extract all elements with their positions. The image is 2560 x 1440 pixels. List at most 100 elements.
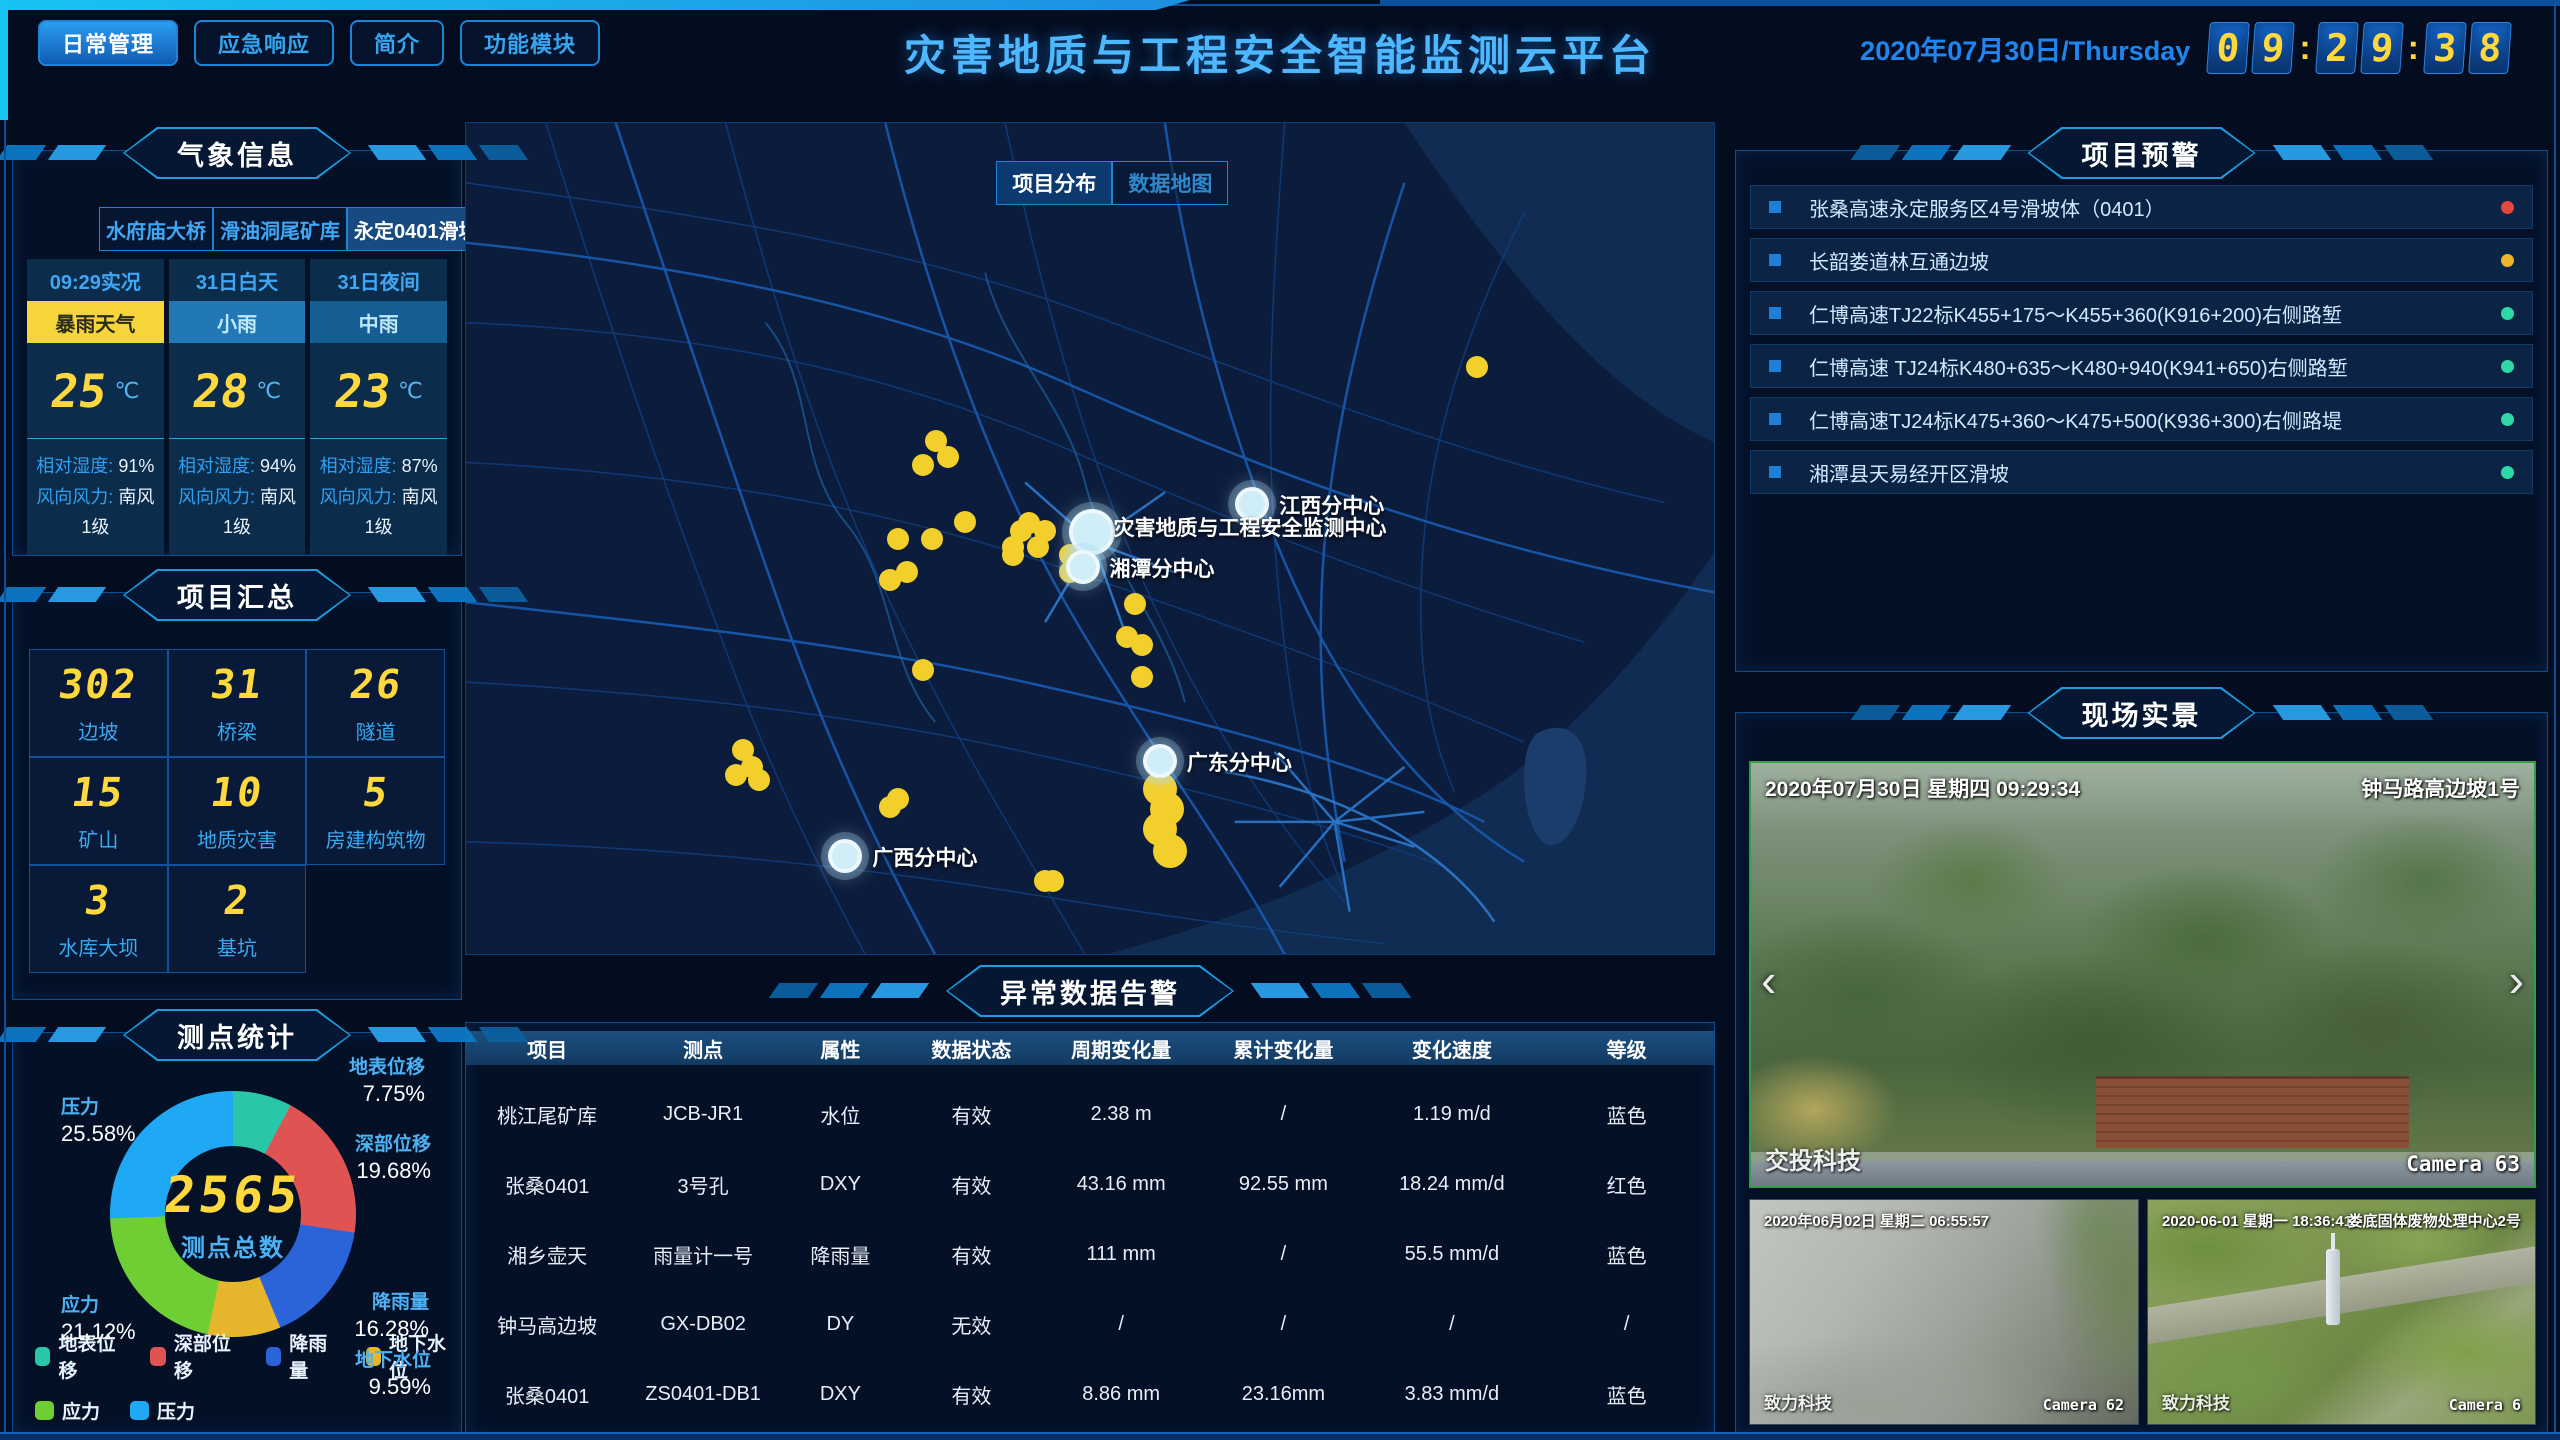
project-dot[interactable]	[1124, 593, 1146, 615]
summary-cell-房建构筑物: 5房建构筑物	[306, 757, 445, 865]
clock-colon: :	[2299, 29, 2310, 68]
callout-value: 25.58%	[61, 1120, 136, 1148]
project-dot[interactable]	[1002, 544, 1024, 566]
camera-timestamp: 2020年06月02日 星期二 06:55:57	[1764, 1210, 1989, 1231]
total-points-label: 测点总数	[181, 1228, 285, 1263]
legend-item-降雨量[interactable]: 降雨量	[266, 1329, 336, 1383]
project-dot[interactable]	[912, 454, 934, 476]
alert-table-body[interactable]: 长韶娄道林5号孔DXY有效10.12 mm15.975.46 mm/d橙色桃江尾…	[466, 1065, 1714, 1433]
alert-cell: 蓝色	[1539, 1380, 1714, 1409]
map-tab-2[interactable]: 数据地图	[1112, 161, 1228, 205]
legend-item-应力[interactable]: 应力	[35, 1397, 100, 1424]
camera-feed-small-1[interactable]: 2020年06月02日 星期二 06:55:57 致力科技 Camera 62	[1749, 1199, 2139, 1425]
warning-item-3[interactable]: 仁博高速TJ22标K455+175～K455+360(K916+200)右侧路堑	[1750, 291, 2533, 335]
project-dot[interactable]	[1131, 666, 1153, 688]
alert-cell: /	[1202, 1243, 1364, 1266]
warning-item-6[interactable]: 湘潭县天易经开区滑坡	[1750, 450, 2533, 494]
camera-feed-main[interactable]: 2020年07月30日 星期四 09:29:34 钟马路高边坡1号 交投科技 C…	[1749, 761, 2536, 1188]
legend-row: 应力 压力	[35, 1397, 451, 1424]
alert-cell: JCB-JR1	[628, 1103, 778, 1126]
camera-feed-small-2[interactable]: 2020-06-01 星期一 18:36:41 娄底固体废物处理中心2号 致力科…	[2147, 1199, 2536, 1425]
weather-condition: 中雨	[310, 301, 447, 343]
alert-cell: /	[1539, 1313, 1714, 1336]
banner-wing-right	[368, 587, 529, 602]
alert-cell: /	[1040, 1313, 1202, 1336]
project-dot[interactable]	[912, 659, 934, 681]
summary-label: 基坑	[217, 932, 257, 961]
marker-circle	[1069, 509, 1115, 555]
warning-status-dot	[2501, 466, 2514, 479]
summary-value: 15	[69, 770, 128, 816]
map-marker-广西分中心[interactable]: 广西分中心	[828, 839, 862, 873]
weather-condition: 暴雨天气	[27, 301, 164, 343]
project-dot[interactable]	[748, 769, 770, 791]
marker-label: 灾害地质与工程安全监测中心	[1113, 512, 1386, 542]
warning-bullet-icon	[1769, 201, 1781, 213]
weather-column-2: 31日白天小雨28℃相对湿度: 94%风向风力: 南风1级	[169, 259, 306, 555]
project-dot[interactable]	[887, 528, 909, 550]
project-dot[interactable]	[1027, 536, 1049, 558]
alert-cell: /	[1365, 1313, 1540, 1336]
weather-panel-title: 气象信息	[123, 127, 351, 179]
temperature-unit: ℃	[398, 378, 423, 404]
map-marker-湘潭分中心[interactable]: 湘潭分中心	[1066, 550, 1100, 584]
nav-button-1[interactable]: 日常管理	[38, 20, 178, 66]
map-marker-广东分中心[interactable]: 广东分中心	[1143, 744, 1177, 778]
nav-button-2[interactable]: 应急响应	[194, 20, 334, 66]
project-dot[interactable]	[725, 764, 747, 786]
warning-item-4[interactable]: 仁博高速 TJ24标K480+635～K480+940(K941+650)右侧路…	[1750, 344, 2533, 388]
alert-cell: 92.55 mm	[1202, 1173, 1364, 1196]
camera-brand-watermark: 致力科技	[2162, 1389, 2230, 1414]
legend-item-压力[interactable]: 压力	[130, 1397, 195, 1424]
legend-swatch	[35, 1401, 54, 1420]
alert-table-row: 桃江尾矿库JCB-JR1水位有效2.38 m/1.19 m/d蓝色	[466, 1079, 1714, 1149]
temperature-value: 23	[331, 364, 394, 418]
callout-name: 应力	[61, 1294, 136, 1318]
project-dot[interactable]	[896, 561, 918, 583]
project-warning-panel: 项目预警 张桑高速永定服务区4号滑坡体（0401）长韶娄道林互通边坡仁博高速TJ…	[1735, 150, 2548, 672]
alert-column-累计变化量: 累计变化量	[1202, 1034, 1364, 1063]
project-dot[interactable]	[921, 528, 943, 550]
weather-tab-2[interactable]: 滑油洞尾矿库	[213, 207, 347, 251]
callout-value: 9.59%	[355, 1373, 431, 1401]
camera-next-arrow[interactable]: ›	[2509, 953, 2524, 1007]
left-accent-notch	[0, 0, 8, 120]
alert-cell: 23.16mm	[1202, 1383, 1364, 1406]
project-dot[interactable]	[1466, 356, 1488, 378]
alert-table-row: 张桑0401ZS0401-DB1DXY有效8.86 mm23.16mm3.83 …	[466, 1359, 1714, 1429]
project-map[interactable]: 项目分布数据地图 江西分中心灾害地质与工程安全监测中心湘潭分中心广东分中心广西分…	[465, 122, 1715, 955]
map-tab-1[interactable]: 项目分布	[996, 161, 1112, 205]
map-marker-灾害地质与工程安全监测中心[interactable]: 灾害地质与工程安全监测中心	[1069, 509, 1115, 555]
point-stats-donut-chart[interactable]: 2565 测点总数	[110, 1091, 356, 1337]
alert-cell: 18.24 mm/d	[1365, 1173, 1540, 1196]
project-dot[interactable]	[887, 788, 909, 810]
project-dot[interactable]	[937, 446, 959, 468]
alert-cell: DXY	[778, 1173, 903, 1196]
weather-tab-1[interactable]: 水府庙大桥	[99, 207, 213, 251]
camera-prev-arrow[interactable]: ‹	[1761, 953, 1776, 1007]
warning-item-1[interactable]: 张桑高速永定服务区4号滑坡体（0401）	[1750, 185, 2533, 229]
legend-label: 深部位移	[174, 1329, 236, 1383]
main-nav: 日常管理应急响应简介功能模块	[38, 20, 600, 66]
project-dot-cluster[interactable]	[1153, 834, 1187, 868]
summary-value: 5	[359, 770, 392, 816]
nav-button-4[interactable]: 功能模块	[460, 20, 600, 66]
project-dot[interactable]	[1042, 870, 1064, 892]
camera-id-label: Camera 6	[2449, 1396, 2521, 1414]
weather-temperature: 28℃	[169, 343, 306, 439]
warning-text: 湘潭县天易经开区滑坡	[1809, 458, 2501, 487]
legend-item-深部位移[interactable]: 深部位移	[150, 1329, 235, 1383]
marker-label: 广东分中心	[1187, 747, 1292, 777]
callout-name: 深部位移	[355, 1133, 431, 1157]
alert-cell: 降雨量	[778, 1240, 903, 1269]
warning-item-2[interactable]: 长韶娄道林互通边坡	[1750, 238, 2533, 282]
alert-cell: 张桑0401	[466, 1170, 628, 1199]
project-dot[interactable]	[954, 511, 976, 533]
warning-item-5[interactable]: 仁博高速TJ24标K475+360～K475+500(K936+300)右侧路堤	[1750, 397, 2533, 441]
summary-cell-边坡: 302边坡	[29, 649, 168, 757]
date-text: 2020年07月30日/Thursday	[1860, 29, 2190, 68]
project-dot[interactable]	[1116, 626, 1138, 648]
weather-temperature: 23℃	[310, 343, 447, 439]
nav-button-3[interactable]: 简介	[350, 20, 444, 66]
marker-circle	[1143, 744, 1177, 778]
